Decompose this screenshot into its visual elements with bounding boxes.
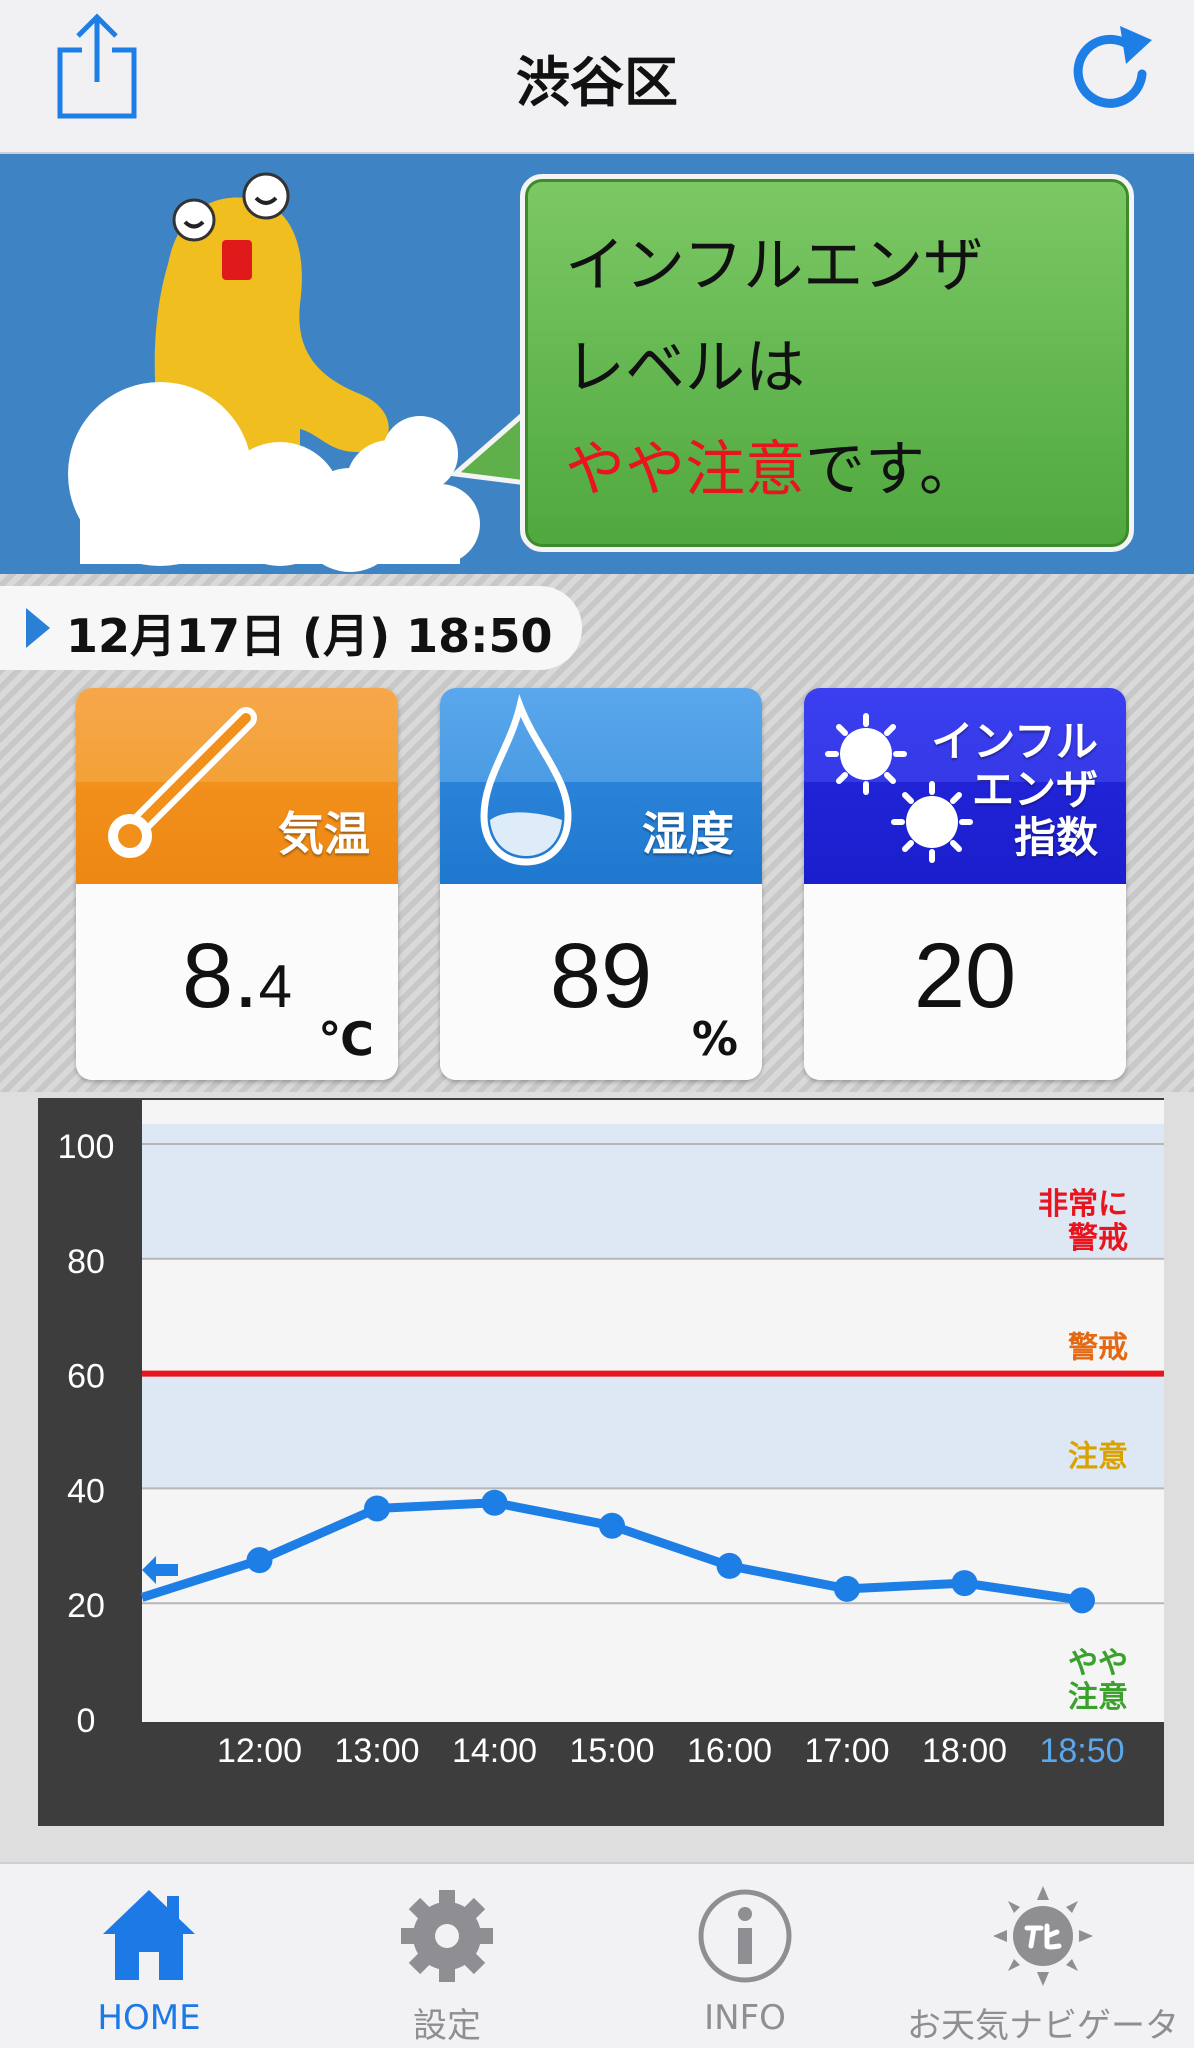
message-line-3: です。 xyxy=(805,435,979,505)
tab-info[interactable]: INFO xyxy=(596,1864,894,2048)
temperature-tile-header: 気温 xyxy=(76,688,398,884)
data-point xyxy=(1069,1587,1095,1614)
zone-label-very-high: 非常に xyxy=(1038,1187,1128,1222)
data-point xyxy=(246,1547,273,1574)
y-tick-label: 80 xyxy=(67,1243,105,1281)
mascot-illustration xyxy=(68,172,520,572)
zone-label-slight-caution: やや xyxy=(1068,1646,1128,1681)
y-tick-label: 0 xyxy=(77,1702,96,1740)
nav-bar: 渋谷区 xyxy=(0,0,1194,154)
gear-icon xyxy=(401,1890,493,1982)
influenza-chart-section: 100 80 60 40 20 0 非常に 警戒 警戒 注意 やや 注意 12:00 13:00 14:00… xyxy=(0,1092,1194,1862)
current-conditions: 12月17日 (月) 18:50 気温 8.4 ℃ 湿度 89 % インフル エ… xyxy=(0,574,1194,1092)
humidity-unit: % xyxy=(691,1012,738,1066)
date-pill: 12月17日 (月) 18:50 xyxy=(0,586,582,670)
play-arrow-icon xyxy=(26,608,50,648)
influenza-index-chart: 100 80 60 40 20 0 非常に 警戒 警戒 注意 やや 注意 12:00 13:00 14:00… xyxy=(38,1098,1164,1826)
zone-label-caution: 注意 xyxy=(1068,1439,1128,1474)
x-tick-label: 16:00 xyxy=(687,1732,772,1770)
temperature-value-box: 8.4 ℃ xyxy=(76,884,398,1080)
tab-settings[interactable]: 設定 xyxy=(298,1864,596,2048)
observation-datetime: 12月17日 (月) 18:50 xyxy=(66,609,553,663)
influenza-index-tile: インフル エンザ 指数 20 xyxy=(804,688,1126,1080)
humidity-label: 湿度 xyxy=(642,807,734,861)
zone-label-high: 警戒 xyxy=(1068,1331,1128,1366)
influenza-index-label-line-1: インフル xyxy=(931,717,1098,766)
influenza-index-label-line-2: エンザ xyxy=(971,765,1098,814)
humidity-value-box: 89 % xyxy=(440,884,762,1080)
y-tick-label: 40 xyxy=(67,1472,105,1510)
zone-band xyxy=(142,1373,1164,1489)
tab-info-label: INFO xyxy=(704,1998,786,2038)
x-tick-label: 18:00 xyxy=(922,1732,1007,1770)
message-line-2: レベルは xyxy=(565,333,805,403)
refresh-icon xyxy=(1073,26,1152,108)
zone-label-very-high: 警戒 xyxy=(1068,1221,1128,1256)
data-point xyxy=(951,1570,978,1597)
influenza-index-label-line-3: 指数 xyxy=(1013,813,1098,862)
data-point xyxy=(834,1575,860,1602)
temperature-value-main: 8. xyxy=(181,925,259,1027)
humidity-tile: 湿度 89 % xyxy=(440,688,762,1080)
y-tick-label: 100 xyxy=(58,1128,115,1166)
message-line-1: インフルエンザ xyxy=(565,231,984,301)
x-tick-label: 18:50 xyxy=(1039,1732,1124,1770)
tab-home-label: HOME xyxy=(97,1998,201,2038)
x-tick-label: 15:00 xyxy=(569,1732,654,1770)
y-tick-label: 20 xyxy=(67,1587,105,1625)
temperature-unit: ℃ xyxy=(318,1012,374,1066)
influenza-index-label: インフル エンザ 指数 xyxy=(931,718,1098,862)
zone-label-slight-caution: 注意 xyxy=(1068,1680,1128,1715)
tab-weather-navigator[interactable]: お天気ナビゲータ xyxy=(894,1864,1192,2048)
influenza-level-message: インフルエンザ レベルは やや注意です。 xyxy=(565,215,983,521)
data-point xyxy=(599,1512,625,1539)
navi-icon xyxy=(993,1886,1093,1986)
level-highlight: やや注意 xyxy=(565,435,805,505)
info-icon xyxy=(698,1889,792,1983)
page-title: 渋谷区 xyxy=(516,51,678,114)
x-tick-label: 13:00 xyxy=(334,1732,419,1770)
x-tick-label: 17:00 xyxy=(804,1732,889,1770)
data-point xyxy=(364,1495,390,1522)
influenza-index-value: 20 xyxy=(913,925,1017,1027)
tab-weather-navigator-label: お天気ナビゲータ xyxy=(907,2006,1179,2046)
home-icon xyxy=(103,1890,195,1980)
speech-bubble: インフルエンザ レベルは やや注意です。 xyxy=(520,174,1134,552)
x-tick-label: 12:00 xyxy=(217,1732,302,1770)
data-point xyxy=(716,1552,743,1579)
influenza-index-tile-header: インフル エンザ 指数 xyxy=(804,688,1126,884)
temperature-value-decimal: 4 xyxy=(258,953,293,1020)
humidity-tile-header: 湿度 xyxy=(440,688,762,884)
chart-canvas: 100806040200非常に警戒警戒注意やや注意12:00 13:00 14:00… xyxy=(58,1100,1164,1770)
y-tick-label: 60 xyxy=(67,1358,105,1396)
tab-settings-label: 設定 xyxy=(413,2006,481,2046)
refresh-button[interactable] xyxy=(1060,20,1160,120)
influenza-level-banner: インフルエンザ レベルは やや注意です。 xyxy=(0,154,1194,574)
temperature-label: 気温 xyxy=(278,807,370,861)
data-point xyxy=(481,1489,508,1516)
influenza-index-value-box: 20 xyxy=(804,884,1126,1080)
tab-bar: HOME 設定 INFO お天気ナビゲータ xyxy=(0,1862,1194,2048)
tab-home[interactable]: HOME xyxy=(0,1864,298,2048)
temperature-tile: 気温 8.4 ℃ xyxy=(76,688,398,1080)
x-tick-label: 14:00 xyxy=(452,1732,537,1770)
